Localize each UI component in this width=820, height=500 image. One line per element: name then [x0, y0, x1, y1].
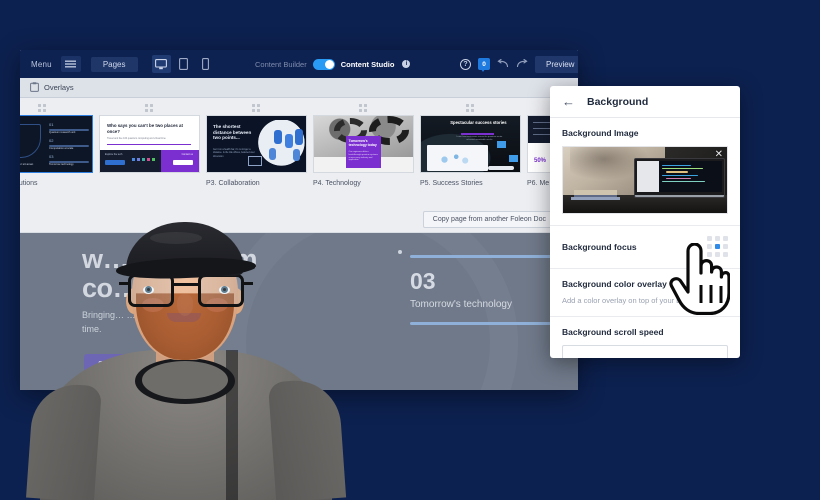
- drag-handle-icon[interactable]: [38, 104, 48, 112]
- glasses-temple-right: [243, 282, 253, 285]
- menu-label[interactable]: Menu: [28, 60, 55, 69]
- thumb-kicker: Travel and live 100 quantum computing an…: [107, 137, 187, 140]
- preview-button[interactable]: Preview: [535, 56, 578, 73]
- panel-header: ← Background: [550, 86, 740, 118]
- section-help-text: Add a color overlay on top of your bac: [562, 296, 728, 305]
- top-toolbar: Menu Pages: [20, 50, 578, 78]
- thumb-heading: Who says you can't be two places at once…: [107, 123, 192, 134]
- content-mode-toggle[interactable]: [313, 59, 335, 70]
- undo-redo-group: [497, 55, 528, 73]
- glasses-bridge: [174, 283, 198, 286]
- presenter-collar-inner: [142, 361, 228, 399]
- photo-books: [574, 190, 617, 197]
- presenter-arm-left: [26, 382, 102, 500]
- hamburger-icon[interactable]: [61, 56, 81, 72]
- thumb-heading: Spectacular success stories: [449, 120, 508, 125]
- mobile-icon[interactable]: [196, 55, 215, 73]
- focus-cell[interactable]: [723, 244, 728, 249]
- pages-button[interactable]: Pages: [91, 57, 138, 72]
- page-thumbnail[interactable]: Who says you can't be two places at once…: [99, 115, 200, 173]
- thumb-heading: Tomorrow's technology today: [349, 139, 379, 148]
- photo-laptop-screen: [637, 161, 723, 193]
- drag-handle-icon[interactable]: [466, 104, 476, 112]
- photo-laptop: [634, 158, 726, 199]
- toolbar-left-group: Menu Pages: [28, 55, 215, 73]
- photo-laptop-sidebar: [637, 161, 659, 193]
- canvas-marker-dot: [398, 250, 402, 254]
- content-studio-label[interactable]: Content Studio: [341, 60, 395, 69]
- page-thumbnail[interactable]: are of s ting Lorem ipsum dolor sit amet…: [20, 115, 93, 173]
- presenter-glasses: [128, 274, 244, 308]
- mode-toggle-group: Content Builder Content Studio i: [255, 50, 410, 78]
- focus-cell[interactable]: [707, 244, 712, 249]
- glasses-lens-right: [198, 274, 244, 307]
- copy-page-button[interactable]: Copy page from another Foleon Doc: [423, 211, 556, 228]
- back-arrow-icon[interactable]: ←: [562, 95, 575, 108]
- presenter-arm-right: [268, 378, 346, 500]
- desktop-icon[interactable]: [152, 55, 171, 73]
- undo-arrow-icon[interactable]: [497, 55, 509, 73]
- section-label: Background scroll speed: [562, 327, 728, 337]
- comment-count-badge[interactable]: 0: [478, 58, 490, 70]
- focus-cell[interactable]: [715, 236, 720, 241]
- toolbar-right-group: ? 0 Previe: [460, 50, 578, 78]
- thumb-kicker: Our engineers deliver breakthrough quant…: [349, 151, 379, 163]
- drag-handle-icon[interactable]: [359, 104, 369, 112]
- section-label: Background color overlay: [562, 279, 728, 289]
- focus-cell-active[interactable]: [715, 244, 720, 249]
- page-label: P5. Success Stories: [420, 180, 483, 187]
- section-background-focus[interactable]: Background focus: [550, 226, 740, 269]
- photo-laptop-base: [634, 195, 726, 197]
- info-icon[interactable]: i: [402, 60, 410, 68]
- focus-cell[interactable]: [723, 236, 728, 241]
- thumb-kicker: 50%: [534, 158, 546, 164]
- focus-cell[interactable]: [723, 252, 728, 257]
- panel-title: Background: [587, 96, 648, 108]
- divider-top: [410, 255, 570, 258]
- close-icon[interactable]: ✕: [715, 150, 723, 160]
- section-label: Background Image: [562, 128, 728, 138]
- device-preview-group: [152, 55, 215, 73]
- divider-bottom: [410, 322, 570, 325]
- presenter-cap-highlight: [150, 232, 202, 244]
- page-card[interactable]: Spectacular success stories Learn how bu…: [420, 104, 521, 187]
- section-background-image: Background Image: [550, 118, 740, 226]
- page-label: P6. Me: [527, 180, 549, 187]
- content-builder-label[interactable]: Content Builder: [255, 60, 307, 69]
- section-background-scroll-speed[interactable]: Background scroll speed: [550, 317, 740, 358]
- screenshot-stage: Menu Pages: [0, 0, 820, 500]
- thumb-heading: The shortest distance between two points…: [213, 124, 259, 141]
- page-thumbnail[interactable]: Tomorrow's technology today Our engineer…: [313, 115, 414, 173]
- background-settings-panel: ← Background Background Image: [550, 86, 740, 358]
- scroll-speed-select[interactable]: [562, 345, 728, 358]
- background-focus-grid[interactable]: [707, 236, 728, 257]
- drag-handle-icon[interactable]: [252, 104, 262, 112]
- overlays-icon: [30, 79, 39, 97]
- drag-handle-icon[interactable]: [145, 104, 155, 112]
- presenter-person: [30, 170, 340, 500]
- question-mark-icon[interactable]: ?: [460, 59, 471, 70]
- focus-cell[interactable]: [707, 236, 712, 241]
- breadcrumb: Overlays: [20, 78, 578, 98]
- tablet-icon[interactable]: [174, 55, 193, 73]
- redo-arrow-icon[interactable]: [516, 55, 528, 73]
- focus-cell[interactable]: [715, 252, 720, 257]
- page-card[interactable]: Who says you can't be two places at once…: [99, 104, 200, 180]
- section-background-color-overlay[interactable]: Background color overlay Add a color ove…: [550, 269, 740, 317]
- glasses-temple-left: [119, 282, 129, 285]
- glasses-lens-left: [128, 274, 174, 307]
- page-thumbnail[interactable]: The shortest distance between two points…: [206, 115, 307, 173]
- breadcrumb-label[interactable]: Overlays: [44, 83, 74, 92]
- background-image-preview[interactable]: ✕: [562, 146, 728, 214]
- section-label: Background focus: [562, 242, 637, 252]
- page-thumbnail[interactable]: Spectacular success stories Learn how bu…: [420, 115, 521, 173]
- focus-cell[interactable]: [707, 252, 712, 257]
- toggle-knob: [325, 60, 334, 69]
